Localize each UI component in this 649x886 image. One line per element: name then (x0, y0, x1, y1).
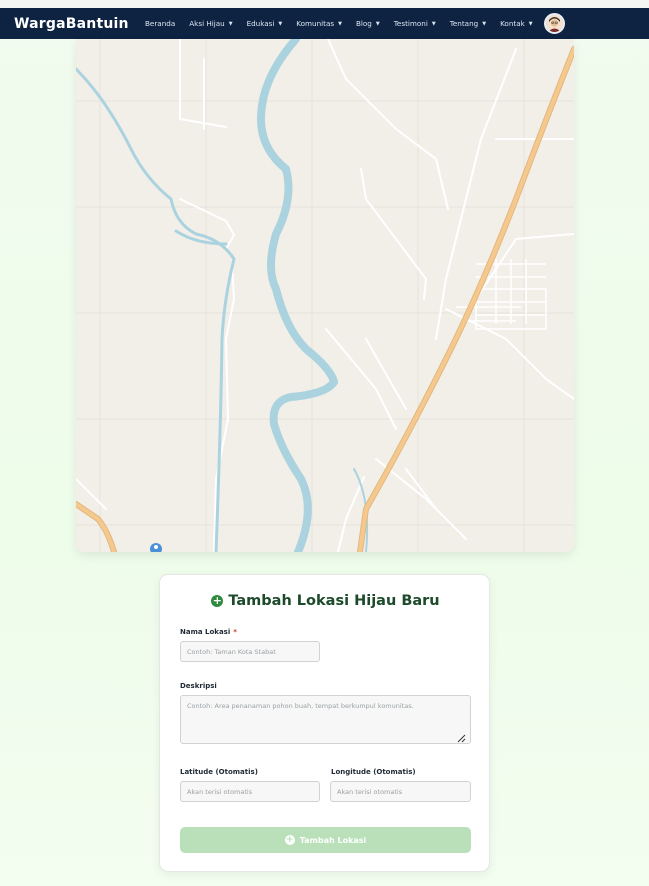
description-textarea[interactable] (180, 695, 471, 744)
nav-label: Aksi Hijau (189, 19, 225, 28)
nav-label: Kontak (500, 19, 525, 28)
nav-item-tentang[interactable]: Tentang ▼ (450, 19, 486, 28)
nav-label: Tentang (449, 19, 479, 28)
nav-item-komunitas[interactable]: Komunitas ▼ (296, 19, 342, 28)
location-name-label: Nama Lokasi * (180, 628, 237, 636)
chevron-down-icon: ▼ (375, 20, 380, 27)
nav-label: Beranda (145, 19, 176, 28)
add-location-button-label: Tambah Lokasi (299, 835, 367, 845)
chevron-down-icon: ▼ (528, 20, 533, 27)
nav-item-blog[interactable]: Blog ▼ (356, 19, 380, 28)
description-label: Deskripsi (180, 682, 217, 690)
nav-item-testimoni[interactable]: Testimoni ▼ (394, 19, 436, 28)
nav-item-aksi-hijau[interactable]: Aksi Hijau ▼ (189, 19, 232, 28)
browser-top-strip (0, 0, 649, 8)
plus-circle-icon: + (284, 835, 295, 845)
chevron-down-icon: ▼ (338, 20, 342, 27)
brand-logo[interactable]: WargaBantuin (14, 16, 129, 32)
nav-label: Edukasi (246, 19, 275, 28)
nav-label: Blog (355, 19, 372, 28)
location-name-input[interactable] (180, 641, 320, 662)
nav-label: Testimoni (393, 19, 428, 28)
user-avatar[interactable] (544, 13, 565, 34)
nav-label: Komunitas (296, 19, 335, 28)
chevron-down-icon: ▼ (228, 20, 233, 27)
chevron-down-icon: ▼ (278, 20, 283, 27)
resize-handle-icon[interactable] (457, 734, 466, 743)
latitude-label: Latitude (Otomatis) (180, 768, 258, 776)
avatar-image (546, 15, 563, 32)
nav-item-edukasi[interactable]: Edukasi ▼ (247, 19, 283, 28)
map-canvas[interactable] (76, 39, 574, 552)
form-title: + Tambah Lokasi Hijau Baru (160, 593, 491, 609)
longitude-input[interactable] (330, 781, 471, 802)
longitude-label: Longitude (Otomatis) (331, 768, 416, 776)
nav-item-beranda[interactable]: Beranda (145, 19, 175, 28)
nav-item-kontak[interactable]: Kontak ▼ (500, 19, 533, 28)
add-location-button[interactable]: + Tambah Lokasi (180, 827, 471, 853)
form-title-text: Tambah Lokasi Hijau Baru (228, 593, 440, 609)
main-nav: Beranda Aksi Hijau ▼ Edukasi ▼ Komunitas ▼ … (145, 8, 547, 39)
required-marker: * (233, 628, 237, 636)
latitude-input[interactable] (180, 781, 320, 802)
chevron-down-icon: ▼ (482, 20, 487, 27)
location-name-label-text: Nama Lokasi (180, 628, 231, 636)
add-location-form: + Tambah Lokasi Hijau Baru Nama Lokasi * … (159, 574, 490, 872)
plus-circle-icon: + (211, 594, 224, 607)
map-view[interactable] (76, 39, 574, 552)
chevron-down-icon: ▼ (431, 20, 436, 27)
navbar: WargaBantuin Beranda Aksi Hijau ▼ Edukasi… (0, 8, 649, 39)
